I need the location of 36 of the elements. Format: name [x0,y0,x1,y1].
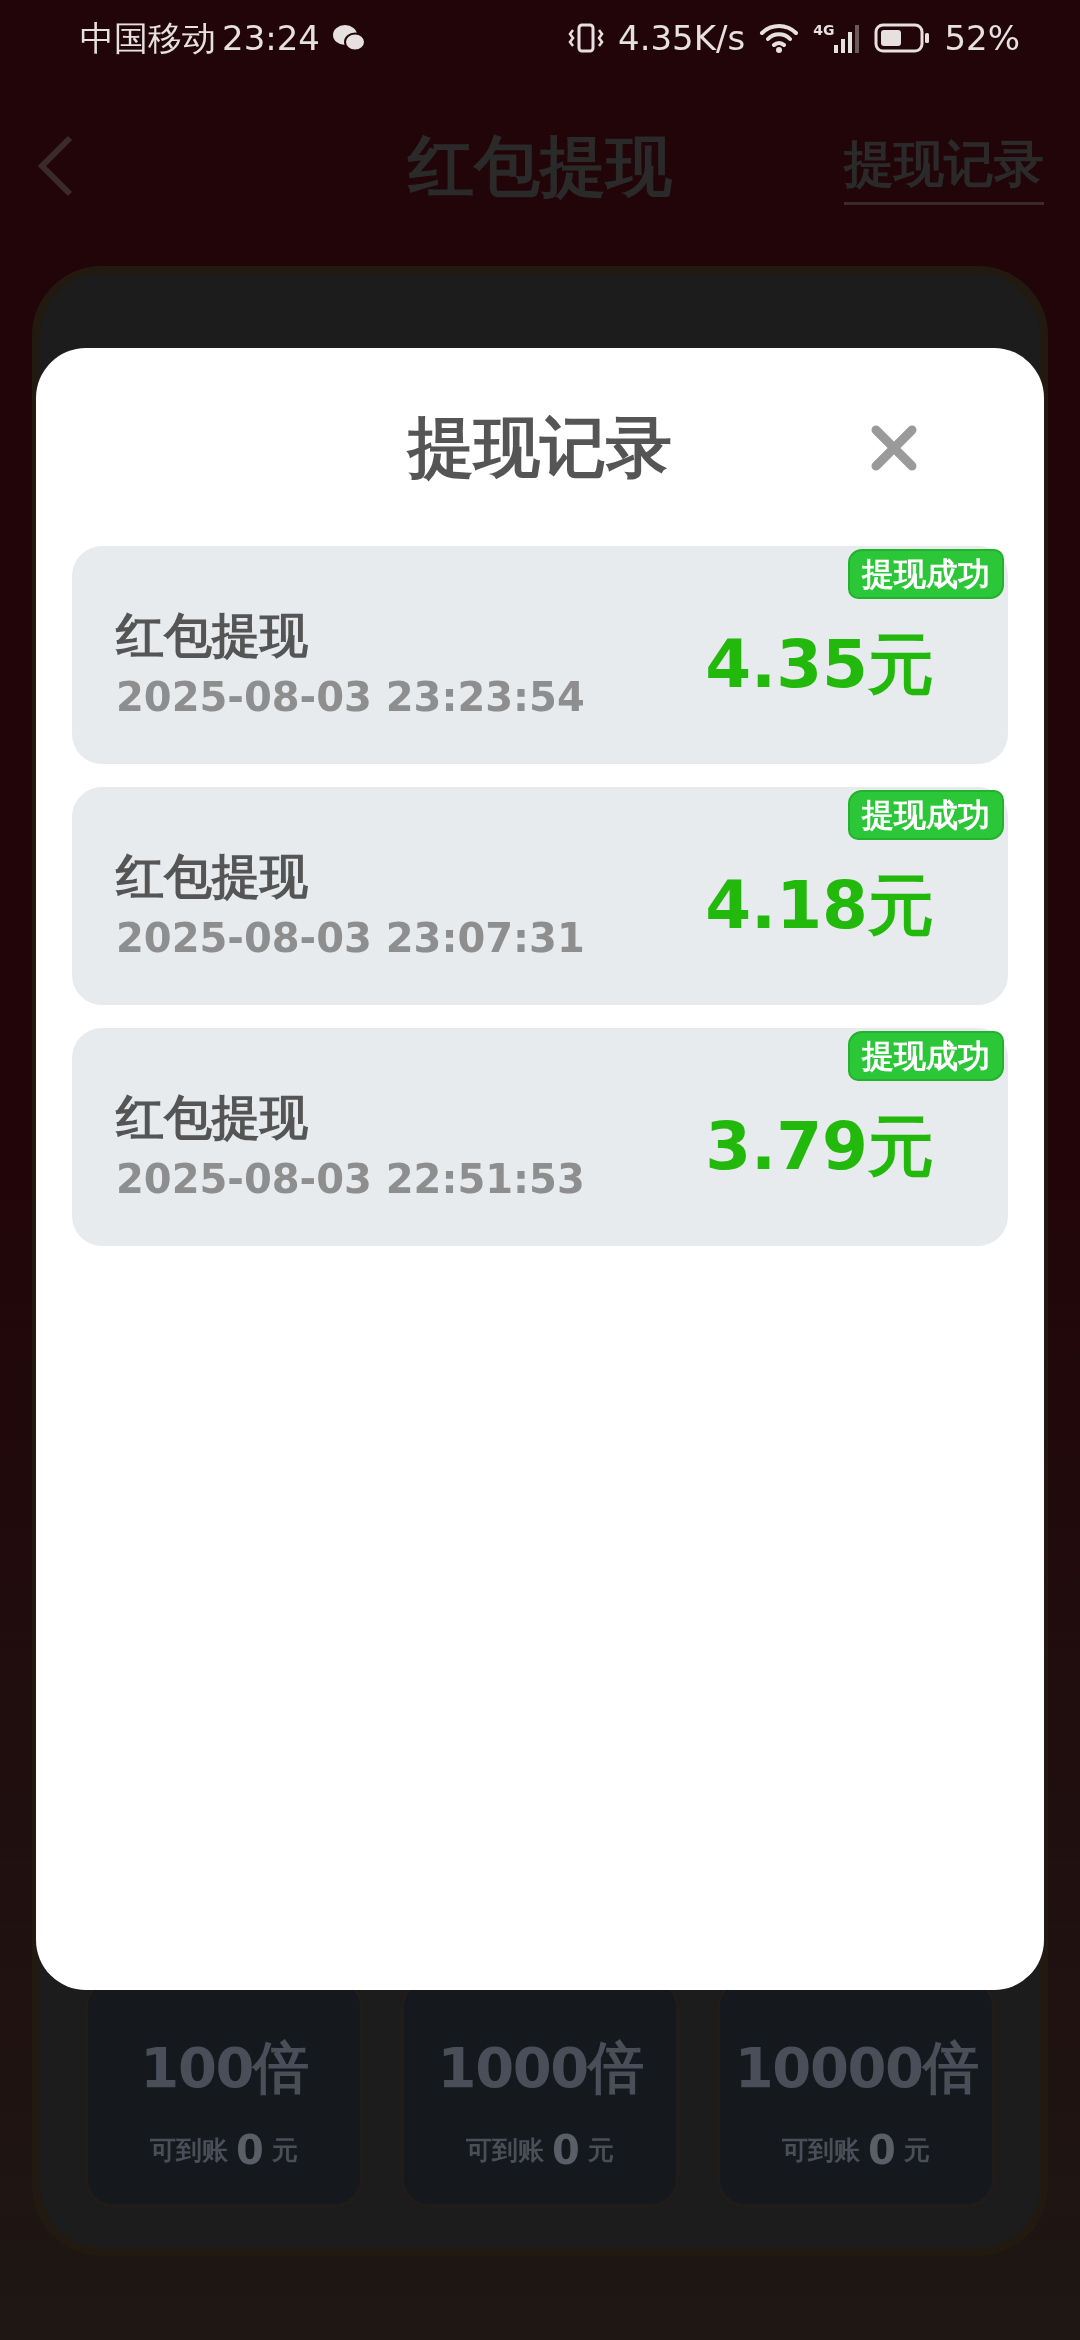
wifi-icon [759,23,800,53]
record-title: 红包提现 [116,852,309,900]
vibrate-icon [568,22,604,54]
payout-amount: 0 [236,2126,264,2175]
clock: 23:24 [222,16,320,60]
record-time: 2025-08-03 23:07:31 [116,918,585,958]
battery-percent: 52% [944,16,1020,60]
payout-amount: 0 [552,2126,580,2175]
payout-caption: 可到账 [466,2133,545,2167]
record-title: 红包提现 [116,611,309,659]
status-badge: 提现成功 [848,1031,1004,1081]
payout-caption: 可到账 [782,2133,861,2167]
record-amount: 4.35元 [705,624,934,705]
payout-unit: 元 [587,2133,614,2167]
network-type: 4G [813,23,835,37]
payout-caption: 可到账 [150,2133,229,2167]
close-icon[interactable] [870,424,918,472]
payout-unit: 元 [903,2133,930,2167]
record-time: 2025-08-03 23:23:54 [116,677,585,717]
carrier-name: 中国移动 [80,16,216,60]
multiplier-label: 1000倍 [437,2040,643,2096]
chat-icon [332,24,366,52]
record-amount: 4.18元 [705,865,934,946]
record-title: 红包提现 [116,1093,309,1141]
status-badge: 提现成功 [848,790,1004,840]
record-time: 2025-08-03 22:51:53 [116,1159,585,1199]
network-speed: 4.35K/s [618,16,746,60]
payout-amount: 0 [868,2126,896,2175]
signal-icon [834,23,861,53]
record-amount: 3.79元 [705,1106,934,1187]
battery-icon [874,23,931,53]
dialog-title: 提现记录 [408,407,672,488]
multiplier-label: 100倍 [140,2040,308,2096]
multiplier-label: 10000倍 [734,2040,978,2096]
status-badge: 提现成功 [848,549,1004,599]
payout-unit: 元 [271,2133,298,2167]
